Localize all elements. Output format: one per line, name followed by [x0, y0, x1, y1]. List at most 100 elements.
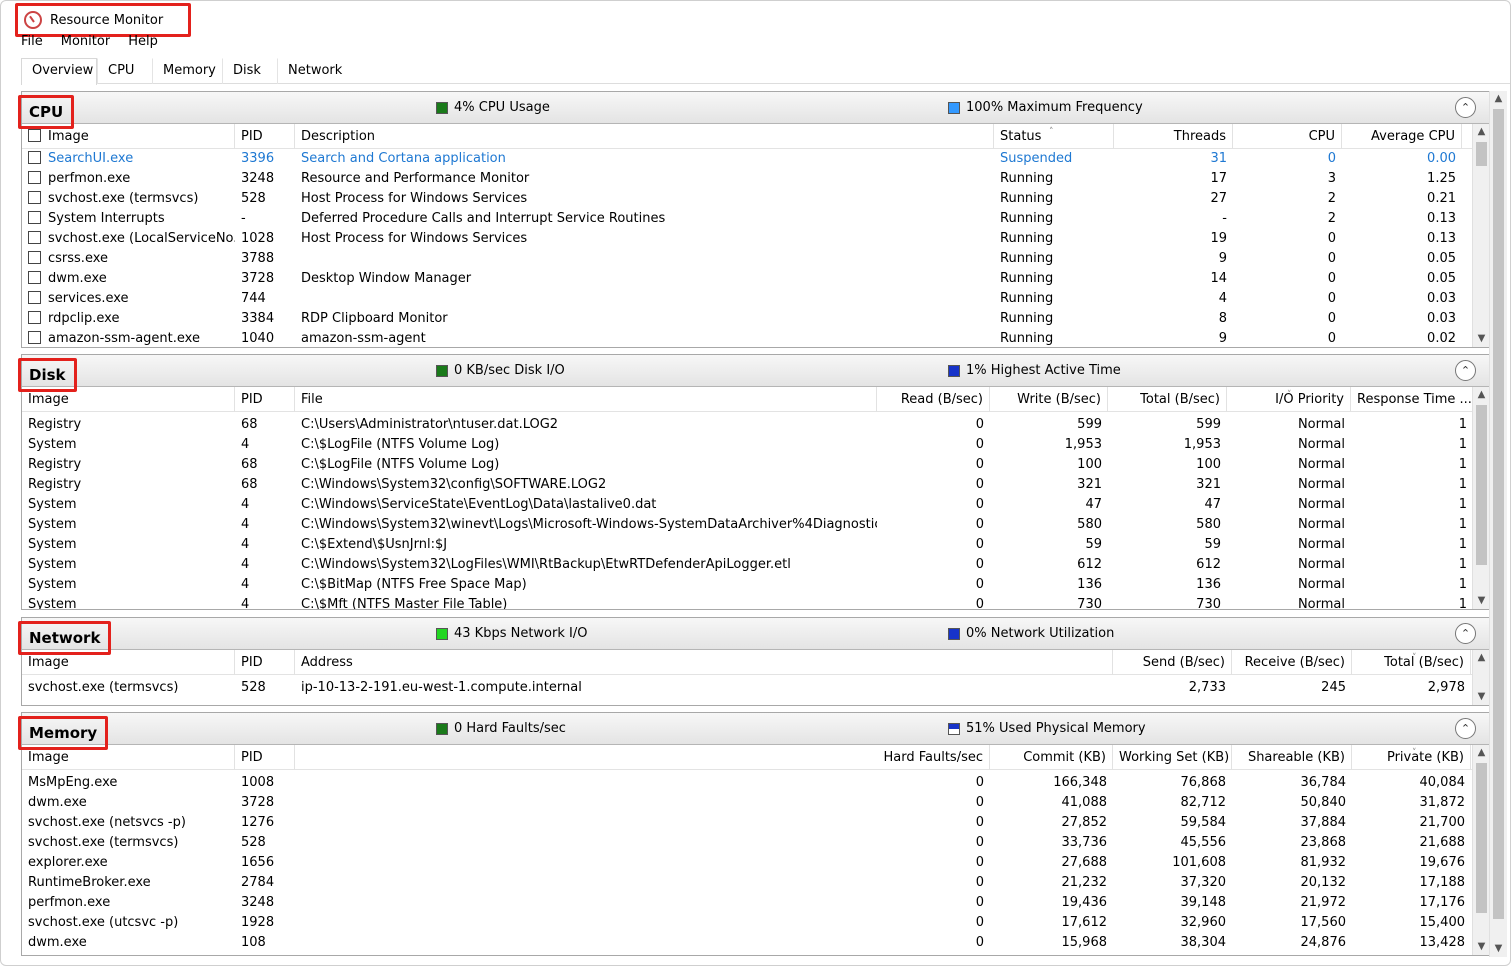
scroll-down-arrow-icon[interactable]: ▼	[1473, 939, 1490, 955]
memory-row[interactable]: svchost.exe (utcsvc -p) 1928 0 17,612 32,960…	[22, 913, 1473, 933]
scroll-up-arrow-icon[interactable]: ▲	[1473, 650, 1490, 666]
cpu-row[interactable]: dwm.exe 3728 Desktop Window Manager Running…	[22, 269, 1473, 289]
disk-row[interactable]: Registry 68 C:\$LogFile (NTFS Volume Log) 0…	[22, 455, 1473, 475]
disk-col-response-time[interactable]: Response Time ...	[1351, 387, 1473, 412]
disk-scrollbar[interactable]: ▲ ▼	[1472, 387, 1490, 609]
disk-row[interactable]: System 4 C:\Windows\ServiceState\EventLog\…	[22, 495, 1473, 515]
cpu-row[interactable]: rdpclip.exe 3384 RDP Clipboard Monitor Runn…	[22, 309, 1473, 329]
disk-col-read[interactable]: Read (B/sec)	[877, 387, 990, 412]
collapse-disk-button[interactable]: ⌃	[1455, 360, 1476, 381]
cpu-col-cpu[interactable]: CPU	[1233, 124, 1342, 149]
disk-section-header[interactable]: Disk 0 KB/sec Disk I/O 1% Highest Active…	[18, 355, 1490, 392]
cpu-col-pid[interactable]: PID	[235, 124, 295, 149]
cpu-col-threads[interactable]: Threads	[1114, 124, 1233, 149]
disk-col-total[interactable]: Total (B/sec)	[1108, 387, 1227, 412]
disk-scroll-thumb[interactable]	[1476, 405, 1487, 565]
disk-row[interactable]: System 4 C:\Windows\System32\LogFiles\WMI\…	[22, 555, 1473, 575]
menu-file[interactable]: File	[21, 35, 43, 48]
network-col-receive[interactable]: Receive (B/sec)	[1232, 650, 1352, 675]
tab-overview[interactable]: Overview	[21, 58, 97, 85]
memory-scroll-thumb[interactable]	[1476, 763, 1487, 913]
tab-disk[interactable]: Disk	[222, 58, 277, 84]
row-checkbox[interactable]	[28, 291, 41, 304]
disk-col-write[interactable]: Write (B/sec)	[990, 387, 1108, 412]
row-checkbox[interactable]	[28, 311, 41, 324]
row-checkbox[interactable]	[28, 171, 41, 184]
tab-network[interactable]: Network	[277, 58, 347, 84]
memory-col-shareable[interactable]: Shareable (KB)	[1232, 745, 1352, 770]
window-scroll-thumb[interactable]	[1493, 109, 1504, 919]
disk-row[interactable]: System 4 C:\$LogFile (NTFS Volume Log) 0 1,9…	[22, 435, 1473, 455]
cpu-row[interactable]: perfmon.exe 3248 Resource and Performance …	[22, 169, 1473, 189]
select-all-checkbox[interactable]	[28, 129, 41, 142]
cpu-scrollbar[interactable]: ▲ ▼	[1472, 124, 1490, 347]
memory-col-hard-faults[interactable]: Hard Faults/sec	[295, 745, 990, 770]
disk-col-pid[interactable]: PID	[235, 387, 295, 412]
network-row[interactable]: svchost.exe (termsvcs) 528 ip-10-13-2-191.…	[22, 678, 1473, 698]
network-scrollbar[interactable]: ▲ ▼	[1472, 650, 1490, 705]
disk-row[interactable]: System 4 C:\Windows\System32\winevt\Logs\M…	[22, 515, 1473, 535]
disk-row[interactable]: System 4 C:\$Mft (NTFS Master File Table) 0…	[22, 595, 1473, 609]
cpu-section-header[interactable]: CPU 4% CPU Usage 100% Maximum Frequency …	[18, 92, 1490, 129]
cpu-col-image[interactable]: Image	[22, 124, 235, 149]
disk-row[interactable]: System 4 C:\$Extend\$UsnJrnl:$J 0 59 59 Normal…	[22, 535, 1473, 555]
network-col-pid[interactable]: PID	[235, 650, 295, 675]
row-checkbox[interactable]	[28, 331, 41, 344]
cpu-row[interactable]: System Interrupts - Deferred Procedure Cal…	[22, 209, 1473, 229]
disk-col-image[interactable]: Image	[22, 387, 235, 412]
network-col-image[interactable]: Image	[22, 650, 235, 675]
cpu-col-description[interactable]: Description	[295, 124, 994, 149]
cpu-scroll-thumb[interactable]	[1476, 142, 1487, 166]
cpu-row[interactable]: svchost.exe (termsvcs) 528 Host Process fo…	[22, 189, 1473, 209]
disk-col-file[interactable]: File	[295, 387, 877, 412]
scroll-up-arrow-icon[interactable]: ▲	[1490, 91, 1507, 107]
row-checkbox[interactable]	[28, 231, 41, 244]
menu-help[interactable]: Help	[128, 35, 158, 48]
memory-row[interactable]: MsMpEng.exe 1008 0 166,348 76,868 36,784 40,08…	[22, 773, 1473, 793]
network-section-header[interactable]: Network 43 Kbps Network I/O 0% Network U…	[18, 618, 1490, 655]
disk-row[interactable]: System 4 C:\$BitMap (NTFS Free Space Map) 0…	[22, 575, 1473, 595]
scroll-down-arrow-icon[interactable]: ▼	[1490, 941, 1507, 957]
row-checkbox[interactable]	[28, 191, 41, 204]
tab-memory[interactable]: Memory	[152, 58, 222, 84]
memory-col-image[interactable]: Image	[22, 745, 235, 770]
scroll-down-arrow-icon[interactable]: ▼	[1473, 689, 1490, 705]
memory-col-working-set[interactable]: Working Set (KB)	[1113, 745, 1232, 770]
memory-row[interactable]: svchost.exe (termsvcs) 528 0 33,736 45,556 23…	[22, 833, 1473, 853]
memory-col-commit[interactable]: Commit (KB)	[990, 745, 1113, 770]
menu-monitor[interactable]: Monitor	[61, 35, 110, 48]
scroll-up-arrow-icon[interactable]: ▲	[1473, 387, 1490, 403]
collapse-memory-button[interactable]: ⌃	[1455, 718, 1476, 739]
scroll-down-arrow-icon[interactable]: ▼	[1473, 593, 1490, 609]
network-col-total[interactable]: ˅ Total (B/sec)	[1352, 650, 1471, 675]
scroll-down-arrow-icon[interactable]: ▼	[1473, 331, 1490, 347]
memory-row[interactable]: RuntimeBroker.exe 2784 0 21,232 37,320 20,132…	[22, 873, 1473, 893]
cpu-row[interactable]: services.exe 744 Running 4 0 0.03	[22, 289, 1473, 309]
memory-col-private[interactable]: ˅ Private (KB)	[1352, 745, 1471, 770]
network-col-send[interactable]: Send (B/sec)	[1113, 650, 1232, 675]
network-col-address[interactable]: Address	[295, 650, 1113, 675]
memory-row[interactable]: dwm.exe 108 0 15,968 38,304 24,876 13,428	[22, 933, 1473, 953]
cpu-row[interactable]: amazon-ssm-agent.exe 1040 amazon-ssm-agent…	[22, 329, 1473, 347]
window-scrollbar[interactable]: ▲ ▼	[1489, 91, 1507, 957]
scroll-up-arrow-icon[interactable]: ▲	[1473, 745, 1490, 761]
disk-col-io-priority[interactable]: ˅ I/O Priority	[1227, 387, 1351, 412]
memory-section-header[interactable]: Memory 0 Hard Faults/sec 51% Used Physic…	[18, 713, 1490, 750]
row-checkbox[interactable]	[28, 271, 41, 284]
collapse-cpu-button[interactable]: ⌃	[1455, 97, 1476, 118]
cpu-row[interactable]: svchost.exe (LocalServiceNo... 1028 Host P…	[22, 229, 1473, 249]
row-checkbox[interactable]	[28, 211, 41, 224]
cpu-row[interactable]: SearchUI.exe 3396 Search and Cortana appli…	[22, 149, 1473, 169]
collapse-network-button[interactable]: ⌃	[1455, 623, 1476, 644]
cpu-row[interactable]: csrss.exe 3788 Running 9 0 0.05	[22, 249, 1473, 269]
memory-row[interactable]: perfmon.exe 3248 0 19,436 39,148 21,972 17,176	[22, 893, 1473, 913]
cpu-col-average-cpu[interactable]: Average CPU	[1342, 124, 1462, 149]
memory-row[interactable]: dwm.exe 3728 0 41,088 82,712 50,840 31,872	[22, 793, 1473, 813]
row-checkbox[interactable]	[28, 151, 41, 164]
memory-row[interactable]: svchost.exe (netsvcs -p) 1276 0 27,852 59,58…	[22, 813, 1473, 833]
disk-row[interactable]: Registry 68 C:\Windows\System32\config\SOF…	[22, 475, 1473, 495]
cpu-col-status[interactable]: ˄ Status	[994, 124, 1114, 149]
row-checkbox[interactable]	[28, 251, 41, 264]
memory-scrollbar[interactable]: ▲ ▼	[1472, 745, 1490, 955]
tab-cpu[interactable]: CPU	[97, 58, 152, 84]
